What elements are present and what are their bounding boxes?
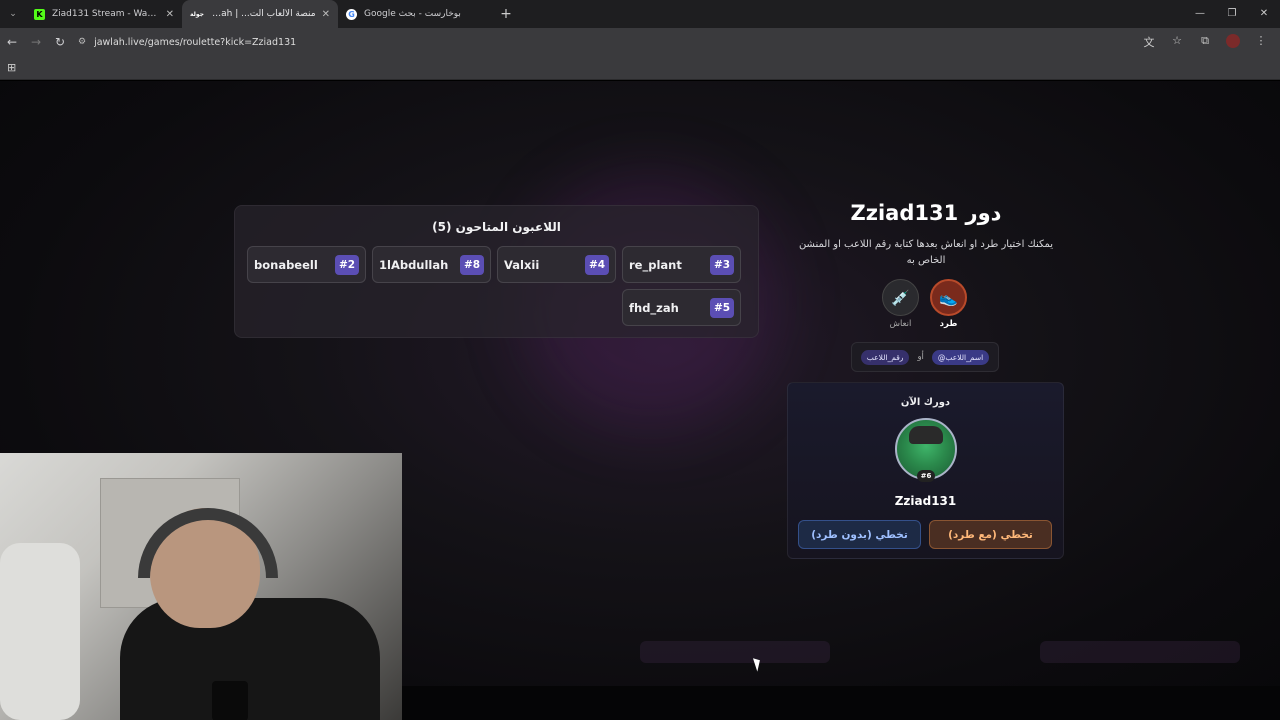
mug: [212, 681, 248, 720]
player-chip[interactable]: bonabeell #2: [247, 246, 366, 283]
player-number: #2: [335, 254, 359, 275]
tab-title: بوخارست - بحث Google: [364, 9, 461, 19]
tab-bar: ⌄ K Ziad131 Stream - Watch Live o ✕ جولة…: [0, 0, 1280, 28]
forward-icon[interactable]: →: [24, 35, 48, 49]
player-number: #5: [710, 297, 734, 318]
available-players-panel: اللاعبون المتاحون (5) re_plant #3 Valxii…: [234, 205, 759, 338]
reload-icon[interactable]: ↻: [48, 35, 72, 49]
revive-option[interactable]: 💉 انعاش: [882, 279, 919, 329]
input-format-hint: رقم_اللاعب أو @اسم_اللاعب: [851, 342, 999, 372]
player-name: re_plant: [629, 257, 682, 272]
player-chip[interactable]: re_plant #3: [622, 246, 741, 283]
tab-title: منصة الألعاب الت... | Jawlah | جولة: [211, 9, 316, 19]
window-controls: — ❐ ✕: [1184, 0, 1280, 28]
tab-jawlah[interactable]: جولة منصة الألعاب الت... | Jawlah | جولة…: [182, 0, 338, 28]
number-tag: رقم_اللاعب: [860, 349, 910, 365]
avatar-hat: [909, 426, 943, 444]
address-bar[interactable]: ⚙ jawlah.live/games/roulette?kick=Zziad1…: [78, 31, 1138, 53]
turn-title: دور Zziad131: [850, 201, 1002, 225]
revive-icon: 💉: [882, 279, 919, 316]
tab-search-button[interactable]: ⌄: [0, 0, 26, 28]
back-icon[interactable]: ←: [0, 35, 24, 49]
close-tab-icon[interactable]: ✕: [166, 9, 174, 20]
minimize-icon[interactable]: —: [1184, 0, 1216, 28]
gaming-chair: [0, 543, 80, 720]
player-number: #3: [710, 254, 734, 275]
tab-google[interactable]: G بوخارست - بحث Google: [338, 0, 494, 28]
revive-option-label: انعاش: [889, 319, 912, 329]
player-number: #8: [460, 254, 484, 275]
player-badge: #6: [917, 470, 935, 482]
menu-icon[interactable]: ⋮: [1250, 34, 1272, 51]
kick-option-label: طرد: [939, 319, 958, 329]
player-name: 1lAbdullah: [379, 257, 449, 272]
streamer: [120, 508, 380, 720]
background-blur-button: [640, 641, 830, 663]
tab-stream[interactable]: K Ziad131 Stream - Watch Live o ✕: [26, 0, 182, 28]
webcam-overlay: [0, 453, 402, 720]
url-text: jawlah.live/games/roulette?kick=Zziad131: [94, 36, 297, 48]
skip-with-kick-button[interactable]: تخطي (مع طرد): [929, 520, 1052, 549]
turn-description: يمكنك اختيار طرد او انعاش بعدها كتابة رق…: [798, 239, 1054, 266]
translate-icon[interactable]: 文: [1138, 34, 1160, 51]
apps-grid-icon[interactable]: ⊞: [7, 61, 16, 74]
headphones-icon: [138, 508, 278, 578]
google-favicon-icon: G: [346, 8, 357, 20]
player-name: bonabeell: [254, 257, 318, 272]
player-name: fhd_zah: [629, 300, 679, 315]
player-avatar: #6: [895, 418, 957, 482]
streamer-body: [120, 598, 380, 720]
jawlah-favicon-icon: جولة: [190, 10, 204, 18]
current-turn-card: دورك الآن #6 Zziad131 تخطي (مع طرد) تخطي…: [787, 382, 1064, 559]
player-chip[interactable]: Valxii #4: [497, 246, 616, 283]
kick-icon: 👟: [930, 279, 967, 316]
current-turn-heading: دورك الآن: [900, 397, 951, 408]
player-number: #4: [585, 254, 609, 275]
bookmarks-bar: ⊞: [0, 56, 1280, 80]
player-chip[interactable]: fhd_zah #5: [622, 289, 741, 326]
profile-icon[interactable]: [1222, 33, 1244, 51]
browser-toolbar: ← → ↻ ⚙ jawlah.live/games/roulette?kick=…: [0, 28, 1280, 56]
player-chip[interactable]: 1lAbdullah #8: [372, 246, 491, 283]
skip-without-kick-button[interactable]: تخطي (بدون طرد): [798, 520, 921, 549]
restore-icon[interactable]: ❐: [1216, 0, 1248, 28]
panel-title: اللاعبون المتاحون (5): [432, 220, 561, 234]
bottom-strip: [402, 686, 1280, 720]
player-name: Valxii: [504, 257, 540, 272]
new-tab-button[interactable]: +: [494, 6, 518, 22]
current-player-name: Zziad131: [894, 494, 957, 508]
background-blur-button: [1040, 641, 1240, 663]
close-window-icon[interactable]: ✕: [1248, 0, 1280, 28]
close-tab-icon[interactable]: ✕: [322, 9, 330, 20]
bookmark-star-icon[interactable]: ☆: [1166, 34, 1188, 51]
kick-option[interactable]: 👟 طرد: [930, 279, 967, 329]
or-separator: أو: [917, 352, 924, 362]
kick-favicon-icon: K: [34, 8, 45, 20]
name-tag: @اسم_اللاعب: [931, 349, 990, 365]
tab-title: Ziad131 Stream - Watch Live o: [52, 9, 160, 19]
site-info-icon[interactable]: ⚙: [78, 37, 86, 47]
extensions-icon[interactable]: ⧉: [1194, 34, 1216, 51]
